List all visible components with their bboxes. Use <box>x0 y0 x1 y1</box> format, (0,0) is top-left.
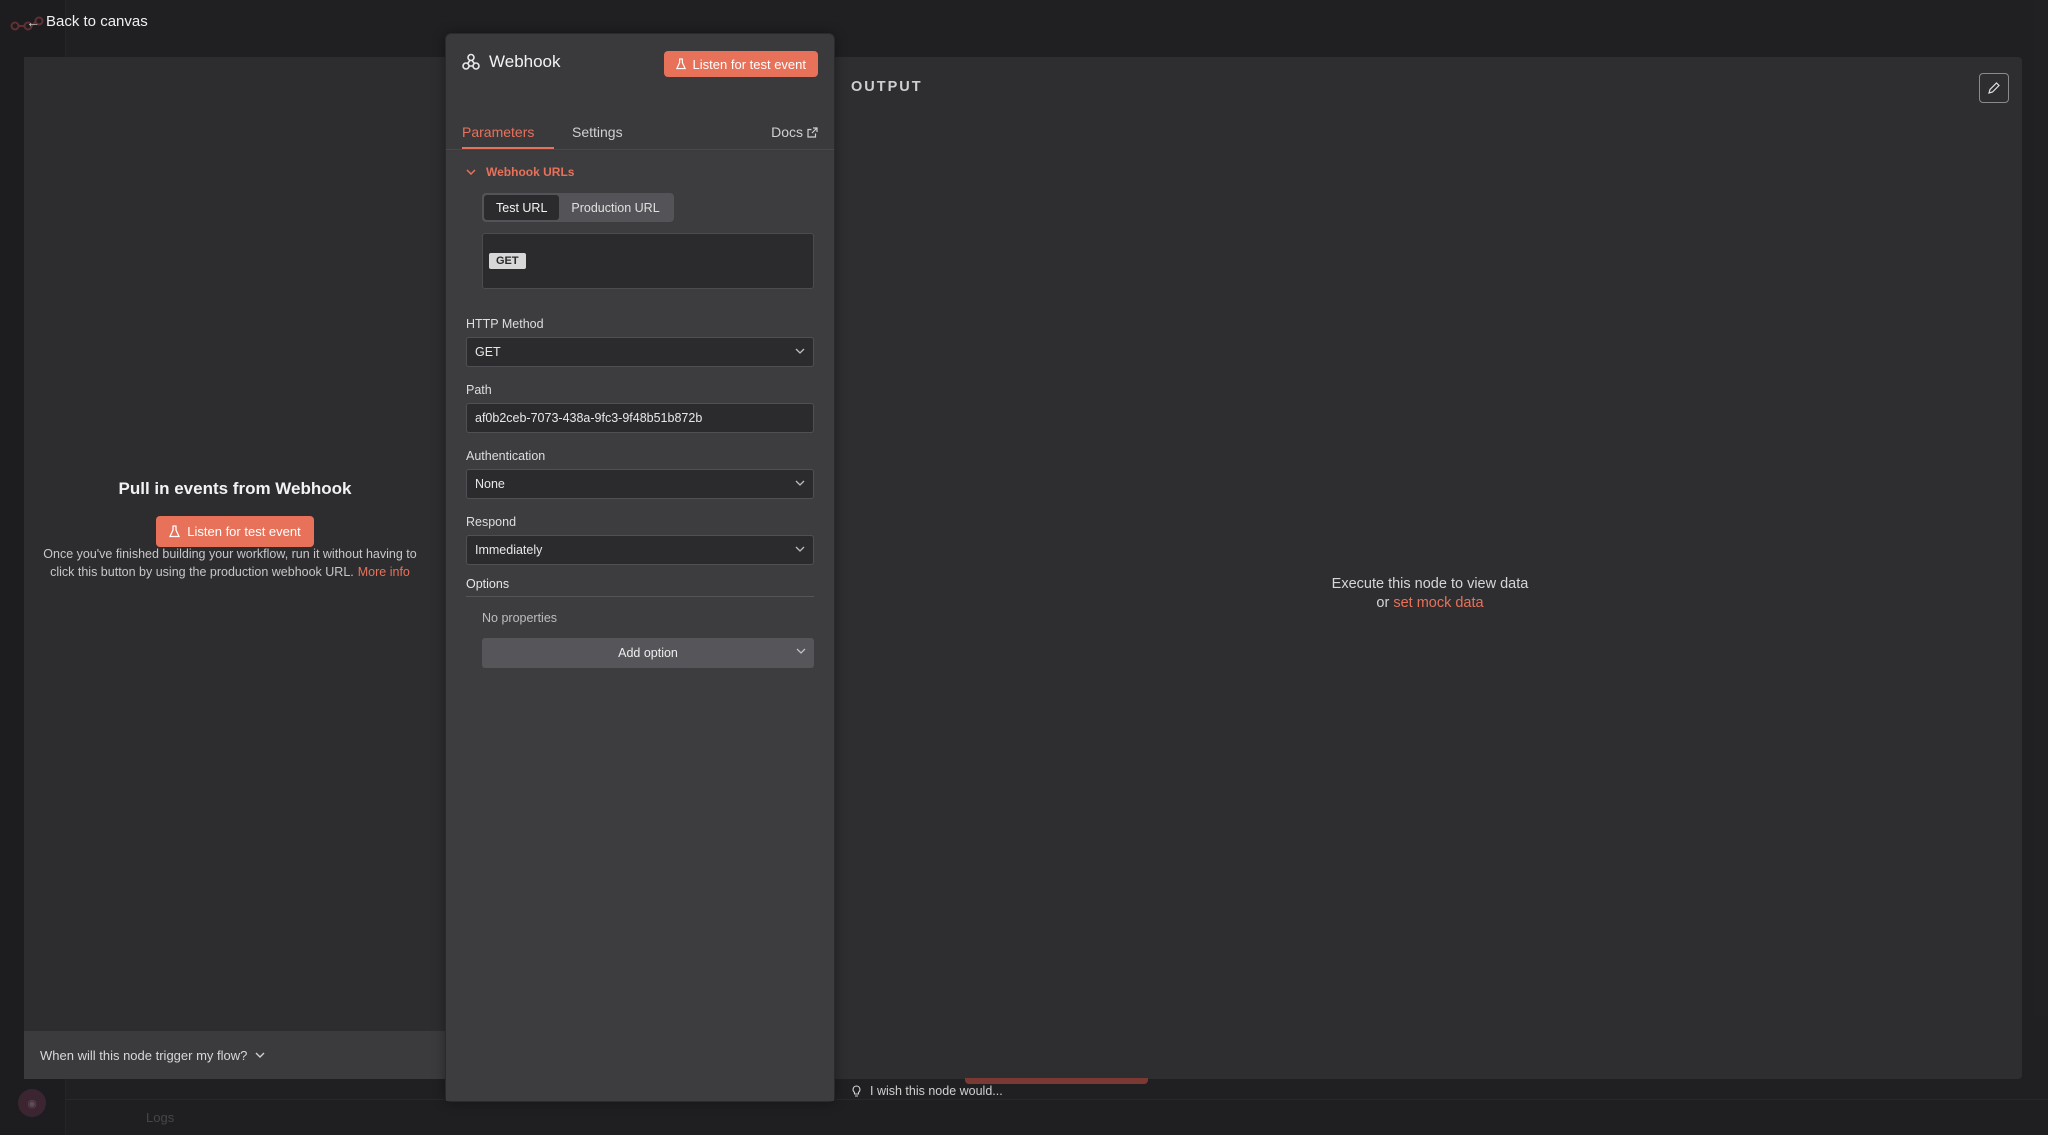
more-info-link[interactable]: More info <box>358 565 410 579</box>
back-to-canvas-label: Back to canvas <box>46 13 148 30</box>
node-tabs: Parameters Settings Docs <box>446 118 834 150</box>
chevron-down-icon <box>795 546 805 552</box>
respond-select[interactable]: Immediately <box>466 535 814 565</box>
chevron-down-icon <box>255 1052 265 1058</box>
chevron-down-icon <box>795 480 805 486</box>
http-method-select[interactable]: GET <box>466 337 814 367</box>
webhook-url-box[interactable]: GET <box>482 233 814 289</box>
node-parameters-panel: Webhook Listen for test event Parameters… <box>445 33 835 1102</box>
production-url-info: Once you've finished building your workf… <box>30 545 430 581</box>
wish-label: I wish this node would... <box>870 1084 1003 1098</box>
options-divider <box>466 596 814 597</box>
or-text: or <box>1376 595 1390 611</box>
webhook-urls-label: Webhook URLs <box>486 165 575 179</box>
listen-test-event-button[interactable]: Listen for test event <box>156 516 314 547</box>
feedback-link[interactable]: I wish this node would... <box>852 1084 1003 1098</box>
pull-events-title: Pull in events from Webhook <box>118 479 352 498</box>
add-option-label: Add option <box>618 646 678 660</box>
active-tab-indicator <box>462 147 554 149</box>
docs-link[interactable]: Docs <box>771 124 818 140</box>
header-listen-label: Listen for test event <box>692 56 806 72</box>
chevron-down-icon <box>796 648 806 654</box>
chevron-down-icon <box>795 348 805 354</box>
flask-icon <box>169 525 181 538</box>
trigger-question-toggle[interactable]: When will this node trigger my flow? <box>24 1031 446 1079</box>
node-title[interactable]: Webhook <box>489 52 561 72</box>
output-panel-title: OUTPUT <box>851 79 923 95</box>
respond-value: Immediately <box>475 543 543 557</box>
back-to-canvas-link[interactable]: ← Back to canvas <box>26 13 148 30</box>
docs-label: Docs <box>771 124 803 140</box>
http-method-value: GET <box>475 345 501 359</box>
header-listen-test-event-button[interactable]: Listen for test event <box>663 51 818 77</box>
path-value: af0b2ceb-7073-438a-9fc3-9f48b51b872b <box>475 411 703 425</box>
set-mock-data-link[interactable]: set mock data <box>1393 595 1483 611</box>
no-properties-text: No properties <box>482 611 558 625</box>
add-option-button[interactable]: Add option <box>482 638 814 668</box>
test-url-tab[interactable]: Test URL <box>484 195 560 220</box>
authentication-value: None <box>475 477 505 491</box>
options-label: Options <box>466 577 510 591</box>
node-header: Webhook <box>462 52 561 72</box>
url-type-switch: Test URL Production URL <box>482 193 674 222</box>
external-link-icon <box>807 126 818 138</box>
webhook-icon <box>462 53 480 70</box>
output-empty-state: Execute this node to view data or set mo… <box>1230 575 1630 613</box>
trigger-empty-state: Pull in events from Webhook Listen for t… <box>24 479 446 547</box>
parameters-body: Webhook URLs Test URL Production URL GET… <box>446 151 834 1101</box>
authentication-select[interactable]: None <box>466 469 814 499</box>
trigger-question-label: When will this node trigger my flow? <box>40 1047 248 1063</box>
arrow-left-icon: ← <box>26 13 40 30</box>
authentication-label: Authentication <box>466 449 546 463</box>
path-input[interactable]: af0b2ceb-7073-438a-9fc3-9f48b51b872b <box>466 403 814 433</box>
mock-data-line: or set mock data <box>1230 594 1630 613</box>
pencil-icon <box>1988 82 2000 94</box>
tab-parameters[interactable]: Parameters <box>462 124 534 140</box>
webhook-urls-toggle[interactable]: Webhook URLs <box>466 165 574 179</box>
path-label: Path <box>466 383 492 397</box>
tab-settings[interactable]: Settings <box>572 124 623 140</box>
flask-icon <box>675 58 686 70</box>
listen-test-event-label: Listen for test event <box>187 524 301 539</box>
output-message: Execute this node to view data <box>1331 576 1529 592</box>
edit-output-button[interactable] <box>1979 73 2009 103</box>
lightbulb-icon <box>852 1084 861 1097</box>
respond-label: Respond <box>466 515 517 529</box>
method-badge: GET <box>489 253 526 269</box>
http-method-label: HTTP Method <box>466 317 544 331</box>
chevron-down-icon <box>466 169 476 175</box>
production-url-tab[interactable]: Production URL <box>559 195 671 220</box>
